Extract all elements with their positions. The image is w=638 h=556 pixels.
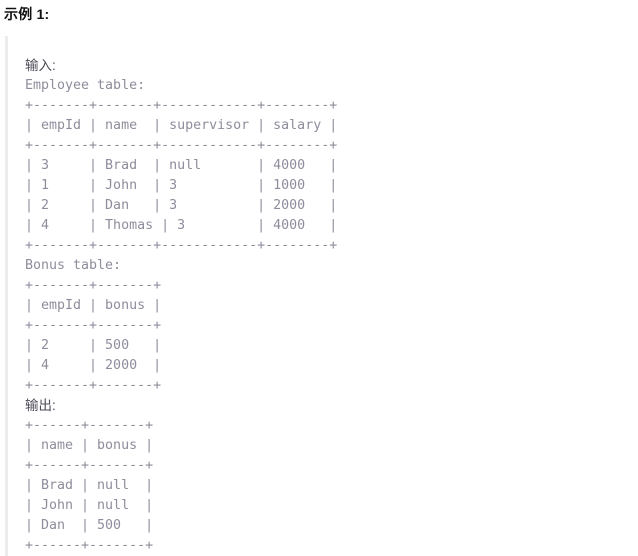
example-panel: 示例 1: 输入: Employee table: +-------+-------… xyxy=(0,0,638,556)
output-table-divider-top: +------+-------+ xyxy=(25,418,154,433)
bonus-table-caption: Bonus table: xyxy=(25,258,122,273)
table-row: | 4 | 2000 | xyxy=(25,358,162,373)
table-row: | 3 | Brad | null | 4000 | xyxy=(25,158,338,173)
table-row: | 2 | Dan | 3 | 2000 | xyxy=(25,198,338,213)
output-label: 输出: xyxy=(25,398,56,413)
bonus-table-header: | empId | bonus | xyxy=(25,298,162,313)
input-label: 输入: xyxy=(25,58,56,73)
bonus-table-divider-bottom: +-------+-------+ xyxy=(25,378,162,393)
bonus-table-divider-top: +-------+-------+ xyxy=(25,278,162,293)
table-row: | 1 | John | 3 | 1000 | xyxy=(25,178,338,193)
table-row: | 4 | Thomas | 3 | 4000 | xyxy=(25,218,338,233)
output-table-divider-bottom: +------+-------+ xyxy=(25,538,154,553)
employee-table-divider-top: +-------+-------+------------+--------+ xyxy=(25,98,338,113)
employee-table-divider-bottom: +-------+-------+------------+--------+ xyxy=(25,238,338,253)
page-title: 示例 1: xyxy=(4,6,50,22)
table-row: | 2 | 500 | xyxy=(25,338,162,353)
example-code-block: 输入: Employee table: +-------+-------+-----… xyxy=(25,36,638,556)
table-row: | John | null | xyxy=(25,498,154,513)
table-row: | Brad | null | xyxy=(25,478,154,493)
example-blockquote: 输入: Employee table: +-------+-------+-----… xyxy=(5,36,638,556)
bonus-table-divider-mid: +-------+-------+ xyxy=(25,318,162,333)
employee-table-divider-mid: +-------+-------+------------+--------+ xyxy=(25,138,338,153)
output-table-header: | name | bonus | xyxy=(25,438,154,453)
table-row: | Dan | 500 | xyxy=(25,518,154,533)
employee-table-header: | empId | name | supervisor | salary | xyxy=(25,118,338,133)
employee-table-caption: Employee table: xyxy=(25,78,146,93)
output-table-divider-mid: +------+-------+ xyxy=(25,458,154,473)
